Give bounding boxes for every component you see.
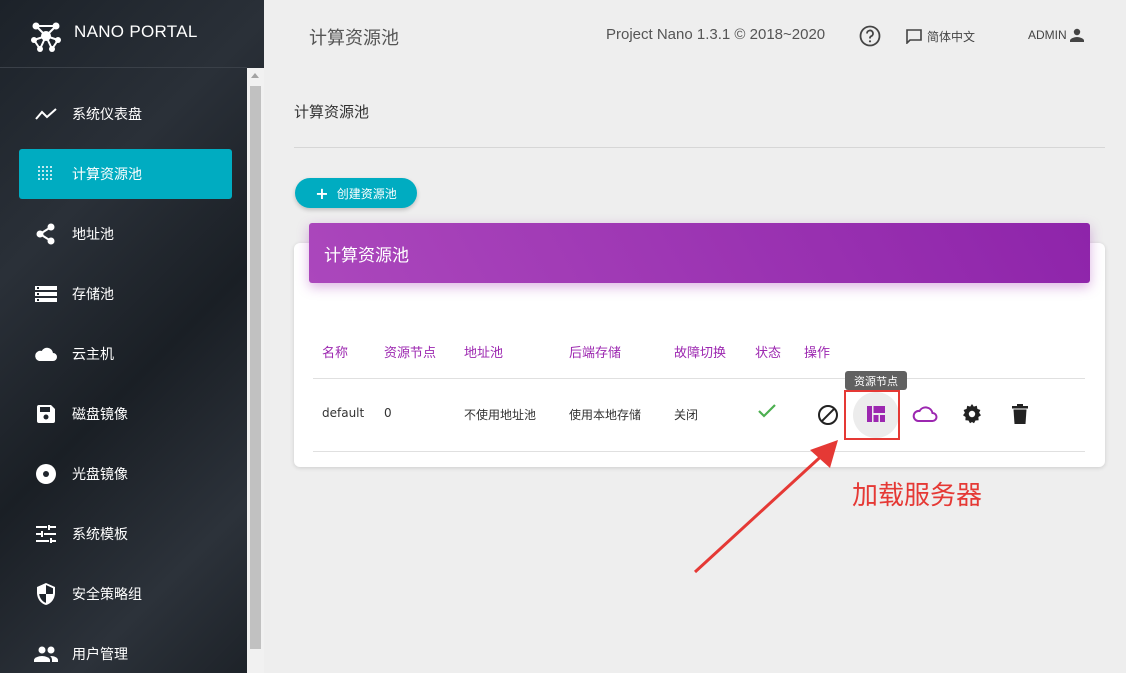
table-divider <box>313 378 1085 379</box>
column-header-address-pool: 地址池 <box>464 346 504 361</box>
settings-icon[interactable] <box>962 404 982 424</box>
version-text: Project Nano 1.3.1 © 2018~2020 <box>606 26 826 43</box>
people-icon <box>33 641 59 667</box>
sidebar-item-vm[interactable]: 云主机 <box>19 329 232 379</box>
share-icon <box>33 221 59 247</box>
sidebar-item-label: 系统仪表盘 <box>72 107 142 123</box>
check-icon <box>758 404 776 418</box>
cell-storage: 使用本地存储 <box>569 408 642 422</box>
security-shield-icon <box>33 581 59 607</box>
sidebar-item-label: 安全策略组 <box>72 587 142 603</box>
save-icon <box>33 401 59 427</box>
column-header-storage: 后端存储 <box>569 346 622 361</box>
create-pool-label: 创建资源池 <box>336 186 397 201</box>
column-header-nodes: 资源节点 <box>384 346 437 361</box>
annotation-text: 加载服务器 <box>852 481 983 511</box>
create-pool-button[interactable]: + 创建资源池 <box>295 178 417 208</box>
sidebar-item-disk-image[interactable]: 磁盘镜像 <box>19 389 232 439</box>
sidebar-item-address-pool[interactable]: 地址池 <box>19 209 232 259</box>
brand-name: NANO PORTAL <box>74 22 198 41</box>
annotation-highlight-box <box>844 390 900 440</box>
cell-name: default <box>322 406 365 420</box>
sidebar-item-compute-pool[interactable]: 计算资源池 <box>19 149 232 199</box>
column-header-operations: 操作 <box>804 346 831 361</box>
cloud-icon <box>33 341 59 367</box>
tune-icon <box>33 521 59 547</box>
delete-icon[interactable] <box>1012 404 1028 424</box>
user-menu[interactable]: ADMIN <box>1028 28 1084 42</box>
sidebar-item-label: 存储池 <box>72 287 114 303</box>
card-header: 计算资源池 <box>309 223 1090 283</box>
divider <box>294 147 1105 148</box>
sidebar-item-iso-image[interactable]: 光盘镜像 <box>19 449 232 499</box>
trending-icon <box>33 101 59 127</box>
cell-failover: 关闭 <box>674 408 699 422</box>
cell-address-pool: 不使用地址池 <box>464 408 537 422</box>
sidebar-item-templates[interactable]: 系统模板 <box>19 509 232 559</box>
annotation-arrow <box>693 440 838 574</box>
help-icon[interactable] <box>859 25 881 47</box>
sidebar: NANO PORTAL 系统仪表盘 计算资源池 地址池 存储池 云主机 磁盘镜像… <box>0 0 264 673</box>
sidebar-item-label: 用户管理 <box>72 647 128 663</box>
chat-icon <box>906 29 922 44</box>
sidebar-item-label: 磁盘镜像 <box>72 407 128 423</box>
header-title: 计算资源池 <box>309 28 399 49</box>
sidebar-item-storage-pool[interactable]: 存储池 <box>19 269 232 319</box>
plus-icon: + <box>315 183 329 203</box>
sidebar-item-label: 云主机 <box>72 347 114 363</box>
brand[interactable]: NANO PORTAL <box>0 0 247 68</box>
sidebar-item-label: 光盘镜像 <box>72 467 128 483</box>
cloud-icon[interactable] <box>912 405 938 423</box>
user-name: ADMIN <box>1028 28 1067 42</box>
disable-icon[interactable] <box>817 404 839 426</box>
cell-nodes: 0 <box>384 406 392 420</box>
sidebar-item-label: 系统模板 <box>72 527 128 543</box>
sidebar-scrollbar[interactable] <box>247 68 264 673</box>
column-header-status: 状态 <box>755 346 782 361</box>
nano-logo-icon <box>31 22 61 52</box>
language-label: 简体中文 <box>927 30 976 44</box>
sidebar-item-security-policy[interactable]: 安全策略组 <box>19 569 232 619</box>
storage-list-icon <box>33 281 59 307</box>
tooltip: 资源节点 <box>845 371 907 390</box>
person-icon <box>1069 28 1084 42</box>
sidebar-item-dashboard[interactable]: 系统仪表盘 <box>19 89 232 139</box>
page-title: 计算资源池 <box>294 103 370 121</box>
grid-dots-icon <box>33 161 59 187</box>
column-header-name: 名称 <box>322 346 349 361</box>
scroll-up-arrow-icon[interactable] <box>251 73 259 78</box>
sidebar-item-label: 地址池 <box>72 227 114 243</box>
language-selector[interactable]: 简体中文 <box>906 28 975 45</box>
disc-icon <box>33 461 59 487</box>
scrollbar-thumb[interactable] <box>250 86 261 649</box>
sidebar-item-users[interactable]: 用户管理 <box>19 629 232 673</box>
column-header-failover: 故障切换 <box>674 346 727 361</box>
card-title: 计算资源池 <box>324 246 409 266</box>
sidebar-item-label: 计算资源池 <box>72 167 142 183</box>
